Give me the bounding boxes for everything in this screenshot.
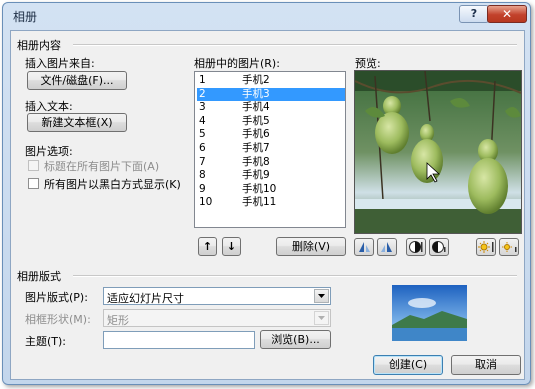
picture-name: 手机2 xyxy=(242,74,270,86)
album-content-heading: 相册内容 xyxy=(17,39,61,52)
picture-name: 手机9 xyxy=(242,169,270,182)
list-item[interactable]: 9 手机10 xyxy=(197,183,345,196)
new-textbox-button[interactable]: 新建文本框(X) xyxy=(27,113,127,132)
layout-preview-image xyxy=(392,285,467,341)
picture-options-label: 图片选项: xyxy=(25,145,73,158)
section-divider xyxy=(73,44,517,46)
preview-image xyxy=(354,70,522,234)
frame-shape-select[interactable]: 矩形 xyxy=(103,309,331,327)
insert-from-label: 插入图片来自: xyxy=(25,57,95,70)
brightness-down-button[interactable] xyxy=(499,238,519,256)
pictures-listbox[interactable]: 1 手机2 2 手机3 3 手机4 4 手机5 5 手机6 6 手机7 7 手机8 8 手机9 9 手机10 10 手… xyxy=(194,71,346,228)
gourd-photo-icon xyxy=(355,71,521,233)
contrast-up-icon xyxy=(409,241,423,253)
delete-button[interactable]: 删除(V) xyxy=(276,237,346,256)
album-layout-heading: 相册版式 xyxy=(17,270,61,283)
picture-name: 手机4 xyxy=(242,101,270,114)
picture-name: 手机8 xyxy=(242,155,270,168)
picture-number: 1 xyxy=(199,74,206,86)
rotate-right-button[interactable] xyxy=(377,238,397,256)
list-item[interactable]: 1 手机2 xyxy=(197,74,345,87)
picture-number: 8 xyxy=(199,169,206,182)
picture-number: 2 xyxy=(199,87,206,100)
contrast-down-button[interactable] xyxy=(429,238,449,256)
picture-number: 7 xyxy=(199,155,206,168)
black-white-checkbox[interactable] xyxy=(28,178,39,189)
move-down-button[interactable]: ↓ xyxy=(222,237,241,256)
brightness-down-icon xyxy=(502,242,517,252)
chevron-down-icon[interactable] xyxy=(314,311,329,325)
list-item[interactable]: 10 手机11 xyxy=(197,196,345,209)
move-up-button[interactable]: ↑ xyxy=(198,237,217,256)
chevron-down-icon[interactable] xyxy=(314,289,329,303)
list-item[interactable]: 3 手机4 xyxy=(197,101,345,114)
picture-name: 手机5 xyxy=(242,114,270,127)
theme-label: 主题(T): xyxy=(25,335,67,348)
cancel-button[interactable]: 取消 xyxy=(451,355,521,375)
picture-number: 9 xyxy=(199,182,206,195)
title-bar[interactable]: 相册 ? ✕ xyxy=(3,3,530,27)
caption-option-label: 标题在所有图片下面(A) xyxy=(44,160,160,173)
frame-shape-value: 矩形 xyxy=(107,314,129,327)
theme-field[interactable] xyxy=(103,331,255,349)
picture-number: 5 xyxy=(199,128,206,141)
picture-name: 手机11 xyxy=(242,196,277,209)
list-item[interactable]: 4 手机5 xyxy=(197,115,345,128)
black-white-option-label: 所有图片以黑白方式显示(K) xyxy=(44,178,181,191)
picture-number: 4 xyxy=(199,114,206,127)
brightness-up-icon xyxy=(478,241,494,253)
pictures-list-label: 相册中的图片(R): xyxy=(194,57,280,70)
picture-number: 10 xyxy=(199,196,213,209)
insert-text-label: 插入文本: xyxy=(25,100,73,113)
rotate-left-button[interactable] xyxy=(354,238,374,256)
list-item[interactable]: 6 手机7 xyxy=(197,142,345,155)
close-button[interactable]: ✕ xyxy=(487,5,527,23)
brightness-up-button[interactable] xyxy=(476,238,496,256)
contrast-up-button[interactable] xyxy=(406,238,426,256)
picture-number: 3 xyxy=(199,101,206,114)
picture-layout-value: 适应幻灯片尺寸 xyxy=(107,292,184,305)
help-button[interactable]: ? xyxy=(459,5,489,23)
window-title: 相册 xyxy=(13,10,38,24)
browse-button[interactable]: 浏览(B)... xyxy=(260,330,331,349)
picture-name: 手机6 xyxy=(242,128,270,141)
picture-number: 6 xyxy=(199,142,206,154)
list-item[interactable]: 7 手机8 xyxy=(197,156,345,169)
list-item[interactable]: 8 手机9 xyxy=(197,169,345,182)
frame-shape-label: 相框形状(M): xyxy=(25,313,91,326)
file-disk-button[interactable]: 文件/磁盘(F)... xyxy=(27,71,127,90)
picture-layout-label: 图片版式(P): xyxy=(25,291,88,304)
preview-label: 预览: xyxy=(355,57,381,70)
picture-name: 手机3 xyxy=(242,87,270,100)
picture-name: 手机7 xyxy=(242,142,270,154)
dialog-body: 相册内容 插入图片来自: 文件/磁盘(F)... 插入文本: 新建文本框(X) … xyxy=(10,30,525,380)
picture-layout-select[interactable]: 适应幻灯片尺寸 xyxy=(103,287,331,305)
create-button[interactable]: 创建(C) xyxy=(373,355,443,375)
list-item[interactable]: 2 手机3 xyxy=(197,87,345,101)
landscape-thumbnail-icon xyxy=(392,285,467,341)
list-item[interactable]: 5 手机6 xyxy=(197,128,345,141)
picture-name: 手机10 xyxy=(242,182,277,195)
rotate-right-icon xyxy=(381,242,392,252)
section-divider xyxy=(73,275,517,277)
caption-checkbox[interactable] xyxy=(28,160,39,171)
album-dialog: 相册 ? ✕ 相册内容 插入图片来自: 文件/磁盘(F)... 插入文本: 新建… xyxy=(2,2,531,385)
contrast-down-icon xyxy=(432,241,446,253)
rotate-left-icon xyxy=(359,242,370,252)
